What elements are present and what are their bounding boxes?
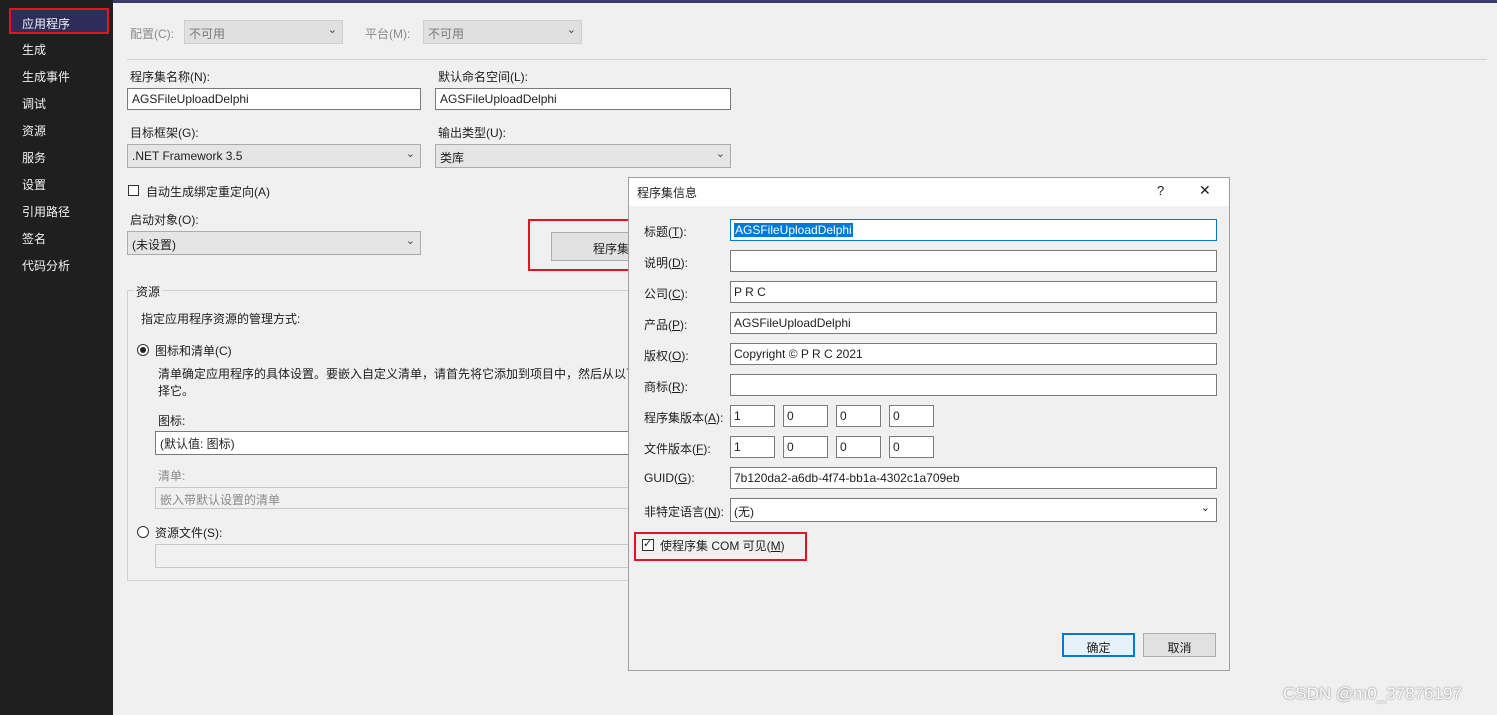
config-select[interactable]: 不可用 ⌄ bbox=[184, 20, 343, 44]
target-framework-value: .NET Framework 3.5 bbox=[132, 149, 243, 163]
namespace-label: 默认命名空间(L): bbox=[438, 70, 529, 84]
file-version-build[interactable]: 0 bbox=[836, 436, 881, 458]
description-label: 说明(D): bbox=[644, 256, 689, 270]
neutral-language-value: (无) bbox=[734, 505, 754, 519]
output-type-label: 输出类型(U): bbox=[438, 126, 506, 140]
product-input[interactable]: AGSFileUploadDelphi bbox=[730, 312, 1217, 334]
neutral-language-select[interactable]: (无) ⌄ bbox=[730, 498, 1217, 522]
top-accent-line bbox=[113, 0, 1497, 3]
config-value: 不可用 bbox=[189, 27, 226, 41]
assembly-version-revision[interactable]: 0 bbox=[889, 405, 934, 427]
output-type-value: 类库 bbox=[440, 151, 465, 165]
manifest-desc-line2: 择它。 bbox=[158, 384, 195, 398]
guid-label: GUID(G): bbox=[644, 471, 695, 485]
dialog-title-bar bbox=[629, 178, 1229, 206]
company-label: 公司(C): bbox=[644, 287, 689, 301]
platform-select[interactable]: 不可用 ⌄ bbox=[423, 20, 582, 44]
file-version-label: 文件版本(F): bbox=[644, 442, 711, 456]
sidebar-item-reference-paths[interactable]: 引用路径 bbox=[22, 203, 70, 220]
chevron-down-icon: ⌄ bbox=[405, 235, 415, 247]
sidebar-item-settings[interactable]: 设置 bbox=[22, 176, 46, 193]
icon-label: 图标: bbox=[158, 414, 186, 428]
copyright-input[interactable]: Copyright © P R C 2021 bbox=[730, 343, 1217, 365]
title-label: 标题(T): bbox=[644, 225, 687, 239]
icon-manifest-label: 图标和清单(C) bbox=[155, 344, 232, 358]
neutral-language-label: 非特定语言(N): bbox=[644, 505, 725, 519]
auto-binding-checkbox[interactable] bbox=[128, 185, 139, 196]
file-version-minor[interactable]: 0 bbox=[783, 436, 828, 458]
help-icon[interactable]: ? bbox=[1157, 183, 1164, 198]
guid-input[interactable]: 7b120da2-a6db-4f74-bb1a-4302c1a709eb bbox=[730, 467, 1217, 489]
file-version-revision[interactable]: 0 bbox=[889, 436, 934, 458]
company-input[interactable]: P R C bbox=[730, 281, 1217, 303]
chevron-down-icon: ⌄ bbox=[405, 148, 415, 160]
assembly-version-build[interactable]: 0 bbox=[836, 405, 881, 427]
file-version-major[interactable]: 1 bbox=[730, 436, 775, 458]
manifest-desc-line1: 清单确定应用程序的具体设置。要嵌入自定义清单，请首先将它添加到项目中，然后从以下 bbox=[158, 367, 639, 381]
startup-object-label: 启动对象(O): bbox=[130, 213, 199, 227]
resource-file-label: 资源文件(S): bbox=[155, 526, 223, 540]
namespace-input[interactable]: AGSFileUploadDelphi bbox=[435, 88, 731, 110]
chevron-down-icon: ⌄ bbox=[1200, 502, 1210, 514]
sidebar-item-build-events[interactable]: 生成事件 bbox=[22, 68, 70, 85]
assembly-name-label: 程序集名称(N): bbox=[130, 70, 210, 84]
copyright-label: 版权(O): bbox=[644, 349, 689, 363]
close-icon[interactable]: ✕ bbox=[1199, 182, 1211, 199]
title-input[interactable]: AGSFileUploadDelphi bbox=[730, 219, 1217, 241]
manifest-select[interactable]: 嵌入带默认设置的清单 bbox=[155, 487, 645, 509]
radio-dot bbox=[140, 347, 146, 353]
assembly-version-minor[interactable]: 0 bbox=[783, 405, 828, 427]
sidebar bbox=[0, 0, 113, 715]
platform-value: 不可用 bbox=[428, 27, 465, 41]
icon-manifest-radio[interactable] bbox=[137, 344, 149, 356]
resources-desc: 指定应用程序资源的管理方式: bbox=[141, 312, 301, 326]
product-label: 产品(P): bbox=[644, 318, 688, 332]
assembly-name-input[interactable]: AGSFileUploadDelphi bbox=[127, 88, 421, 110]
sidebar-item-debug[interactable]: 调试 bbox=[22, 95, 46, 112]
assembly-version-major[interactable]: 1 bbox=[730, 405, 775, 427]
trademark-label: 商标(R): bbox=[644, 380, 689, 394]
cancel-button[interactable]: 取消 bbox=[1143, 633, 1216, 657]
config-label: 配置(C): bbox=[130, 27, 174, 41]
trademark-input[interactable] bbox=[730, 374, 1217, 396]
sidebar-item-code-analysis[interactable]: 代码分析 bbox=[22, 257, 70, 274]
startup-object-value: (未设置) bbox=[132, 238, 176, 252]
resources-group-label: 资源 bbox=[133, 283, 164, 300]
highlight-box-com-visible bbox=[634, 532, 807, 561]
sidebar-item-resources[interactable]: 资源 bbox=[22, 122, 46, 139]
sidebar-item-application[interactable]: 应用程序 bbox=[9, 8, 109, 34]
startup-object-select[interactable]: (未设置) ⌄ bbox=[127, 231, 421, 255]
resource-file-input[interactable] bbox=[155, 544, 645, 568]
target-framework-label: 目标框架(G): bbox=[130, 126, 199, 140]
separator bbox=[127, 59, 1487, 60]
sidebar-item-build[interactable]: 生成 bbox=[22, 41, 46, 58]
platform-label: 平台(M): bbox=[365, 27, 411, 41]
sidebar-item-signing[interactable]: 签名 bbox=[22, 230, 46, 247]
sidebar-item-services[interactable]: 服务 bbox=[22, 149, 46, 166]
chevron-down-icon: ⌄ bbox=[715, 148, 725, 160]
ok-button[interactable]: 确定 bbox=[1062, 633, 1135, 657]
assembly-version-label: 程序集版本(A): bbox=[644, 411, 724, 425]
manifest-label: 清单: bbox=[158, 469, 186, 483]
target-framework-select[interactable]: .NET Framework 3.5 ⌄ bbox=[127, 144, 421, 168]
dialog-title: 程序集信息 bbox=[637, 186, 698, 200]
watermark-text: CSDN @m0_37876197 bbox=[1283, 684, 1462, 703]
description-input[interactable] bbox=[730, 250, 1217, 272]
chevron-down-icon: ⌄ bbox=[327, 24, 337, 36]
output-type-select[interactable]: 类库 ⌄ bbox=[435, 144, 731, 168]
resource-file-radio[interactable] bbox=[137, 526, 149, 538]
chevron-down-icon: ⌄ bbox=[566, 24, 576, 36]
icon-select[interactable]: (默认值: 图标) bbox=[155, 431, 645, 455]
auto-binding-label: 自动生成绑定重定向(A) bbox=[146, 185, 270, 199]
